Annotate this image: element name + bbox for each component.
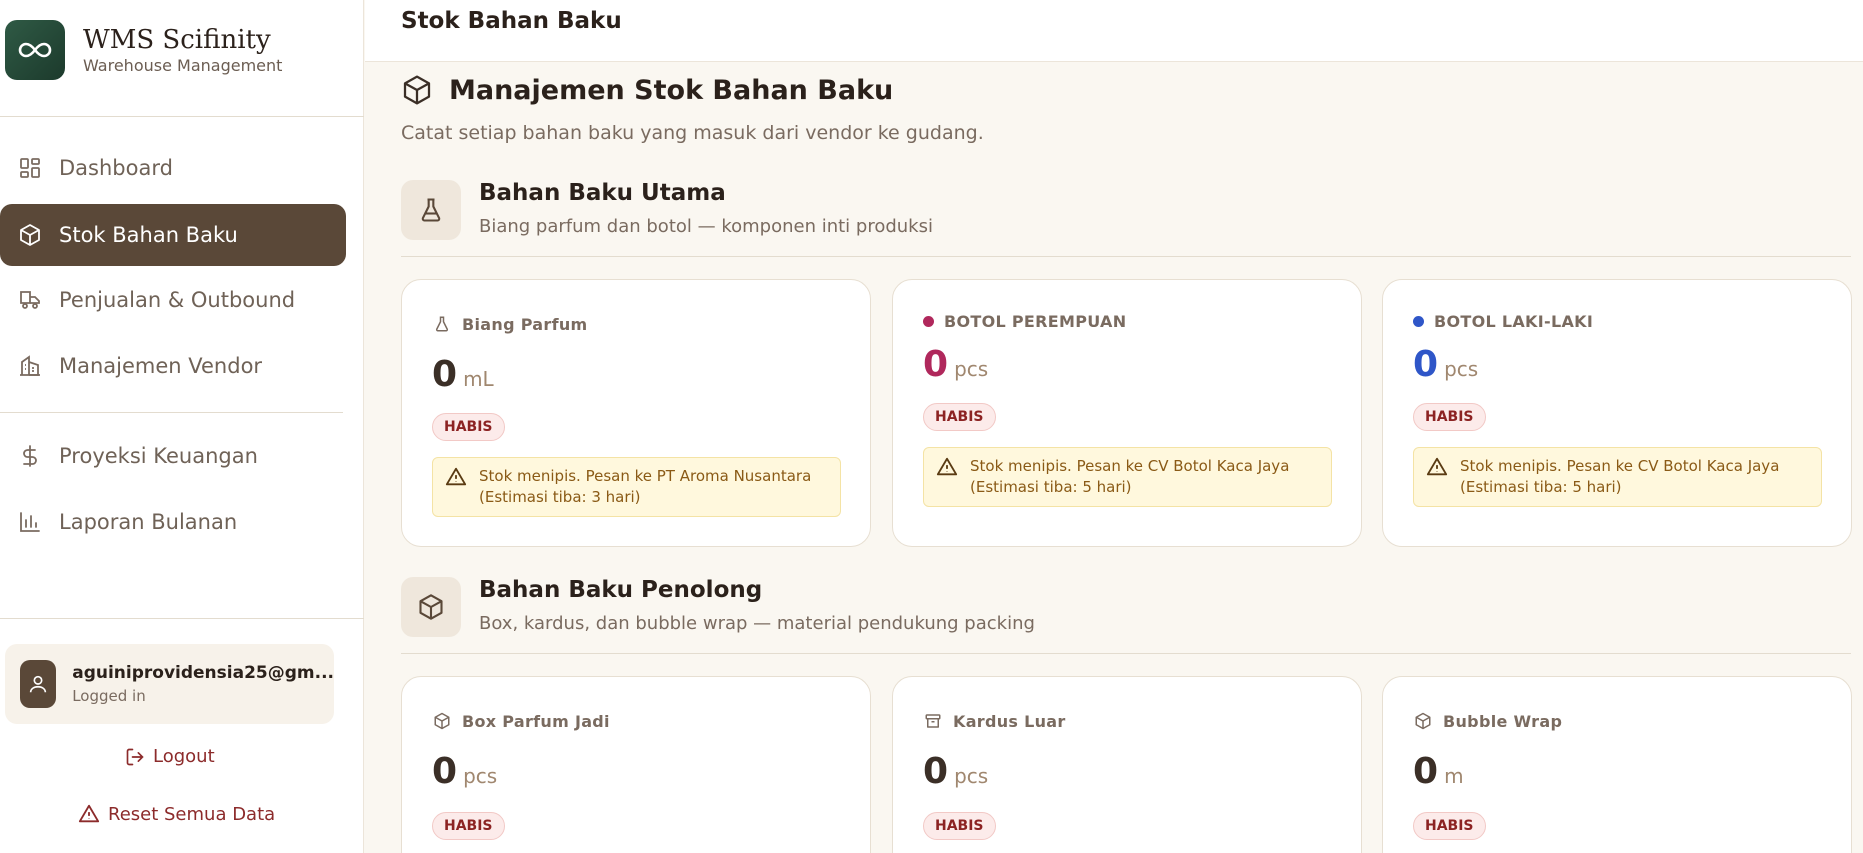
page-title: Manajemen Stok Bahan Baku [449,74,894,106]
warning-text: Stok menipis. Pesan ke CV Botol Kaca Jay… [970,457,1290,496]
stock-unit: pcs [954,764,989,788]
logout-button[interactable]: Logout [125,746,215,767]
nav-item-proyeksi-keuangan[interactable]: Proyeksi Keuangan [0,425,346,487]
nav-item-stok-bahan-baku[interactable]: Stok Bahan Baku [0,204,346,266]
divider [0,116,364,117]
user-status: Logged in [72,687,146,705]
building-icon [17,353,43,379]
section-title: Bahan Baku Utama [479,180,726,206]
flask-icon [401,180,461,240]
card-label: Box Parfum Jadi [462,711,610,731]
stock-card-kardus-luar[interactable]: Kardus Luar 0 pcs HABIS [892,676,1362,853]
divider [0,412,343,413]
nav-label-dashboard: Dashboard [59,156,173,180]
status-badge: HABIS [1413,403,1486,431]
status-badge: HABIS [923,403,996,431]
warning-text: Stok menipis. Pesan ke PT Aroma Nusantar… [479,467,812,506]
stock-card-botol-laki-laki[interactable]: BOTOL LAKI-LAKI 0 pcs HABIS Stok menipis… [1382,279,1852,547]
divider [0,618,364,619]
grid-icon [17,155,43,181]
warning-icon [936,457,958,476]
low-stock-warning: Stok menipis. Pesan ke PT Aroma Nusantar… [432,457,841,517]
nav-label-laporan-bulanan: Laporan Bulanan [59,510,238,534]
stock-card-box-parfum-jadi[interactable]: Box Parfum Jadi 0 pcs HABIS [401,676,871,853]
box-icon [1413,711,1433,731]
stock-unit: pcs [1444,357,1479,381]
stock-card-botol-perempuan[interactable]: BOTOL PEREMPUAN 0 pcs HABIS Stok menipis… [892,279,1362,547]
nav-item-dashboard[interactable]: Dashboard [0,137,346,199]
low-stock-warning: Stok menipis. Pesan ke CV Botol Kaca Jay… [1413,447,1822,507]
nav-item-manajemen-vendor[interactable]: Manajemen Vendor [0,335,346,397]
warning-icon [1426,457,1448,476]
flask-icon [432,314,452,334]
status-badge: HABIS [432,812,505,840]
sidebar: WMS Scifinity Warehouse Management Dashb… [0,0,364,853]
topbar: Stok Bahan Baku [365,0,1863,62]
stock-unit: m [1444,764,1464,788]
box-icon [403,75,431,105]
archive-icon [923,711,943,731]
card-label: BOTOL LAKI-LAKI [1434,312,1594,331]
brand-title: WMS Scifinity [83,25,271,55]
status-badge: HABIS [923,812,996,840]
brand[interactable]: WMS Scifinity Warehouse Management [5,20,282,80]
stock-value: 0 [432,354,458,395]
status-badge: HABIS [432,413,505,441]
status-dot [923,316,934,327]
stock-value: 0 [923,751,949,792]
box-icon [401,577,461,637]
topbar-title: Stok Bahan Baku [401,8,622,34]
dollar-icon [17,443,43,469]
reset-data-label: Reset Semua Data [108,803,276,825]
card-label: Biang Parfum [462,314,588,334]
nav-label-stok-bahan-baku: Stok Bahan Baku [59,223,238,247]
card-label: Bubble Wrap [1443,711,1563,731]
section-divider [401,653,1851,654]
user-email: aguiniprovidensia25@gm... [72,663,334,683]
warning-icon [78,804,100,823]
stock-unit: pcs [463,764,498,788]
card-label: BOTOL PEREMPUAN [944,312,1127,331]
user-avatar-icon [20,660,57,708]
user-card[interactable]: aguiniprovidensia25@gm... Logged in [5,644,334,724]
page-subtitle: Catat setiap bahan baku yang masuk dari … [401,122,984,144]
warning-text: Stok menipis. Pesan ke CV Botol Kaca Jay… [1460,457,1780,496]
section-divider [401,256,1851,257]
stock-unit: pcs [954,357,989,381]
reset-data-button[interactable]: Reset Semua Data [78,803,275,825]
stock-card-biang-parfum[interactable]: Biang Parfum 0 mL HABIS Stok menipis. Pe… [401,279,871,547]
logout-label: Logout [153,746,215,767]
box-icon [17,222,43,248]
nav-label-proyeksi-keuangan: Proyeksi Keuangan [59,444,258,468]
bar-chart-icon [17,509,43,535]
stock-value: 0 [432,751,458,792]
status-dot [1413,316,1424,327]
stock-card-bubble-wrap[interactable]: Bubble Wrap 0 m HABIS [1382,676,1852,853]
low-stock-warning: Stok menipis. Pesan ke CV Botol Kaca Jay… [923,447,1332,507]
card-label: Kardus Luar [953,711,1066,731]
nav-item-penjualan-outbound[interactable]: Penjualan & Outbound [0,269,346,331]
section-title: Bahan Baku Penolong [479,577,763,603]
nav-label-penjualan-outbound: Penjualan & Outbound [59,288,296,312]
brand-subtitle: Warehouse Management [83,56,283,75]
warning-icon [445,467,467,486]
truck-icon [17,287,43,313]
stock-value: 0 [1413,344,1439,385]
nav-item-laporan-bulanan[interactable]: Laporan Bulanan [0,491,346,553]
status-badge: HABIS [1413,812,1486,840]
stock-value: 0 [923,344,949,385]
section-subtitle: Biang parfum dan botol — komponen inti p… [479,216,933,237]
infinity-logo-icon [5,20,65,80]
section-subtitle: Box, kardus, dan bubble wrap — material … [479,613,1035,634]
nav-label-manajemen-vendor: Manajemen Vendor [59,354,263,378]
page-header: Manajemen Stok Bahan Baku [401,74,893,106]
stock-value: 0 [1413,751,1439,792]
stock-unit: mL [463,367,494,391]
logout-icon [126,748,144,765]
box-icon [432,711,452,731]
